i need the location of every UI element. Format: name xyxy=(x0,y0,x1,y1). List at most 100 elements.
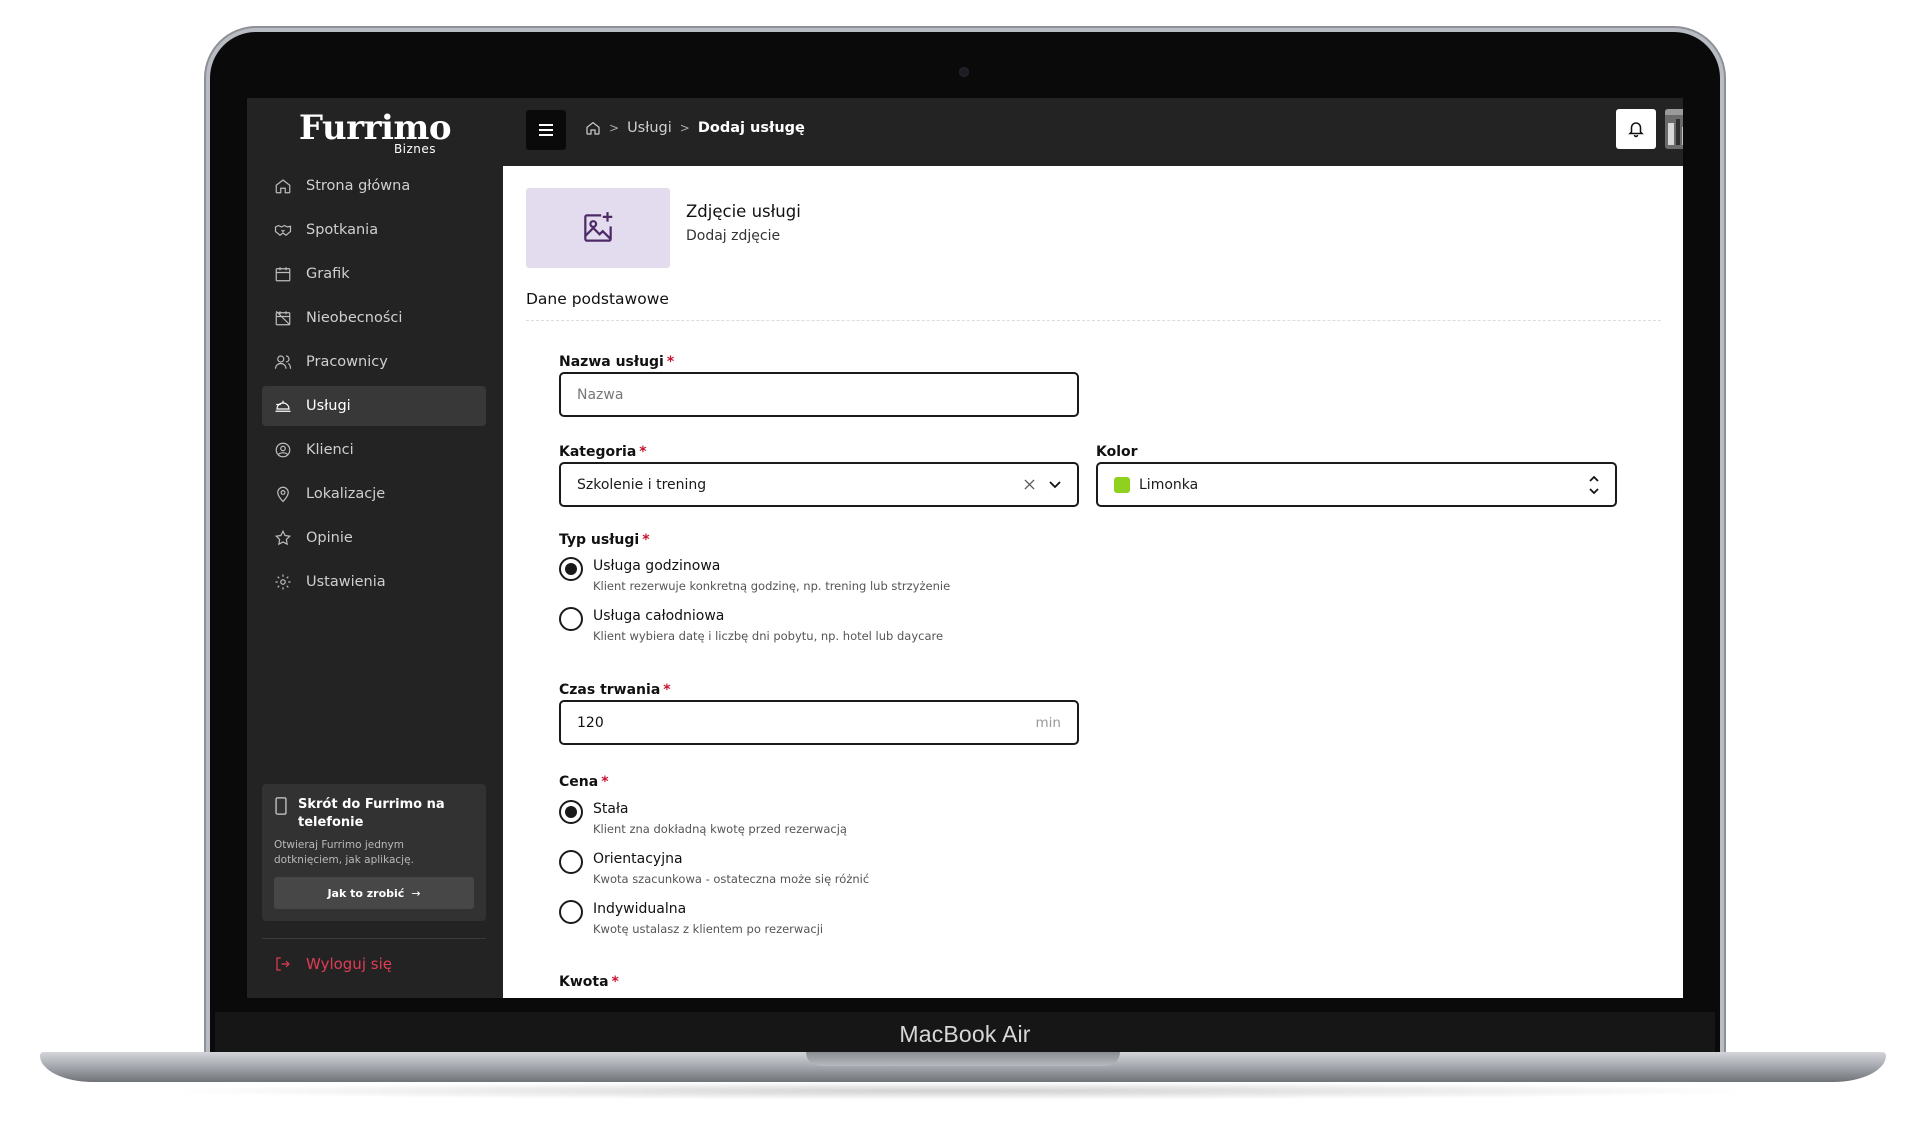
service-icon xyxy=(275,400,291,412)
price-label: Cena * xyxy=(559,774,609,790)
service-type-hourly-option[interactable]: Usługa godzinowa Klient rezerwuje konkre… xyxy=(559,557,950,594)
arrow-right-icon: → xyxy=(411,886,421,900)
clear-icon[interactable] xyxy=(1024,479,1035,490)
duration-field: min xyxy=(559,700,1079,745)
sidebar-item-label: Usługi xyxy=(306,398,351,414)
sidebar-item-label: Nieobecności xyxy=(306,310,403,326)
radio-checked[interactable] xyxy=(559,800,583,824)
required-mark: * xyxy=(639,444,647,460)
price-label-text: Cena xyxy=(559,774,599,790)
breadcrumb-services-link[interactable]: Usługi xyxy=(627,120,672,136)
service-name-input[interactable] xyxy=(577,386,1061,403)
users-icon xyxy=(274,355,292,369)
sidebar-item-employees[interactable]: Pracownicy xyxy=(262,342,486,382)
notifications-button[interactable] xyxy=(1616,109,1656,149)
logout-button[interactable]: Wyloguj się xyxy=(274,955,392,973)
radio-title: Indywidualna xyxy=(593,901,687,917)
sidebar-item-label: Klienci xyxy=(306,442,354,458)
sidebar-item-label: Spotkania xyxy=(306,222,379,238)
radio-unchecked[interactable] xyxy=(559,850,583,874)
promo-title: Skrót do Furrimo na telefonie xyxy=(298,797,445,830)
bell-icon xyxy=(1628,122,1644,138)
home-icon xyxy=(275,179,291,194)
logout-label: Wyloguj się xyxy=(306,955,392,973)
service-name-field xyxy=(559,372,1079,417)
how-to-button[interactable]: Jak to zrobić → xyxy=(274,877,474,909)
sidebar-item-services[interactable]: Usługi xyxy=(262,386,486,426)
how-to-button-label: Jak to zrobić xyxy=(327,886,405,900)
section-title: Dane podstawowe xyxy=(526,290,669,308)
required-mark: * xyxy=(666,354,675,370)
color-select[interactable]: Limonka xyxy=(1096,462,1617,507)
sidebar-item-settings[interactable]: Ustawienia xyxy=(262,562,486,602)
logout-icon xyxy=(276,957,290,971)
photo-subtitle[interactable]: Dodaj zdjęcie xyxy=(686,228,780,244)
sidebar-item-reviews[interactable]: Opinie xyxy=(262,518,486,558)
logo[interactable]: Furrimo Biznes xyxy=(247,108,503,156)
required-mark: * xyxy=(663,682,671,698)
radio-description: Klient zna dokładną kwotę przed rezerwac… xyxy=(593,822,847,836)
color-value: Limonka xyxy=(1139,476,1199,493)
price-approximate-option[interactable]: Orientacyjna Kwota szacunkowa - ostatecz… xyxy=(559,850,869,887)
breadcrumb: > Usługi > Dodaj usługę xyxy=(585,120,805,136)
radio-checked[interactable] xyxy=(559,557,583,581)
promo-header: Skrót do Furrimo na telefonie xyxy=(274,796,474,832)
radio-unchecked[interactable] xyxy=(559,607,583,631)
promo-card: Skrót do Furrimo na telefonie Otwieraj F… xyxy=(262,784,486,921)
price-individual-option[interactable]: Indywidualna Kwotę ustalasz z klientem p… xyxy=(559,900,823,937)
sidebar-item-clients[interactable]: Klienci xyxy=(262,430,486,470)
category-value: Szkolenie i trening xyxy=(577,476,707,493)
promo-description: Otwieraj Furrimo jednym dotknięciem, jak… xyxy=(274,839,414,866)
sidebar-item-label: Grafik xyxy=(306,266,350,282)
amount-label-text: Kwota xyxy=(559,974,609,990)
chevron-down-icon xyxy=(1049,480,1061,488)
radio-title: Usługa całodniowa xyxy=(593,608,725,624)
sidebar-item-schedule[interactable]: Grafik xyxy=(262,254,486,294)
avatar[interactable] xyxy=(1665,109,1683,149)
sidebar-item-label: Lokalizacje xyxy=(306,486,386,502)
sidebar-item-label: Opinie xyxy=(306,530,353,546)
sidebar-item-meetings[interactable]: Spotkania xyxy=(262,210,486,250)
section-divider xyxy=(526,320,1661,321)
breadcrumb-current: Dodaj usługę xyxy=(697,120,805,136)
duration-input[interactable] xyxy=(577,714,1036,731)
camera xyxy=(959,67,969,77)
photo-title: Zdjęcie usługi xyxy=(686,202,801,221)
sidebar-item-label: Strona główna xyxy=(306,178,411,194)
service-type-label: Typ usługi * xyxy=(559,532,650,548)
menu-toggle-button[interactable] xyxy=(526,110,566,150)
radio-description: Kwota szacunkowa - ostateczna może się r… xyxy=(593,872,870,886)
required-mark: * xyxy=(611,974,619,990)
gear-icon xyxy=(275,574,291,590)
category-select[interactable]: Szkolenie i trening xyxy=(559,462,1079,507)
device-label: MacBook Air xyxy=(215,1012,1715,1056)
main-content: Zdjęcie usługi Dodaj zdjęcie Dane podsta… xyxy=(503,166,1683,998)
sidebar-item-absences[interactable]: Nieobecności xyxy=(262,298,486,338)
color-label: Kolor xyxy=(1096,444,1138,460)
price-fixed-option[interactable]: Stała Klient zna dokładną kwotę przed re… xyxy=(559,800,847,837)
user-circle-icon xyxy=(275,442,291,458)
sidebar-item-locations[interactable]: Lokalizacje xyxy=(262,474,486,514)
sidebar-nav: Strona główna Spotkania Grafik Nieobecno… xyxy=(262,166,486,606)
radio-title: Stała xyxy=(593,801,629,817)
hamburger-icon xyxy=(539,124,553,136)
radio-description: Klient wybiera datę i liczbę dni pobytu,… xyxy=(593,629,944,643)
home-icon[interactable] xyxy=(585,120,601,136)
amount-label: Kwota * xyxy=(559,974,619,990)
sidebar-item-home[interactable]: Strona główna xyxy=(262,166,486,206)
chevron-right-icon: > xyxy=(609,121,620,135)
map-pin-icon xyxy=(277,486,289,503)
phone-icon xyxy=(275,797,287,815)
calendar-icon xyxy=(275,267,291,282)
topbar: > Usługi > Dodaj usługę xyxy=(503,98,1683,166)
sidebar-item-label: Ustawienia xyxy=(306,574,386,590)
color-swatch xyxy=(1114,476,1130,493)
chevron-right-icon: > xyxy=(679,121,690,135)
sidebar-item-label: Pracownicy xyxy=(306,354,388,370)
sidebar: Furrimo Biznes Strona główna Spotkania G… xyxy=(247,98,503,998)
radio-unchecked[interactable] xyxy=(559,900,583,924)
service-type-daily-option[interactable]: Usługa całodniowa Klient wybiera datę i … xyxy=(559,607,943,644)
radio-title: Orientacyjna xyxy=(593,851,683,867)
add-photo-button[interactable] xyxy=(526,188,670,268)
avatar-image xyxy=(1665,109,1683,149)
